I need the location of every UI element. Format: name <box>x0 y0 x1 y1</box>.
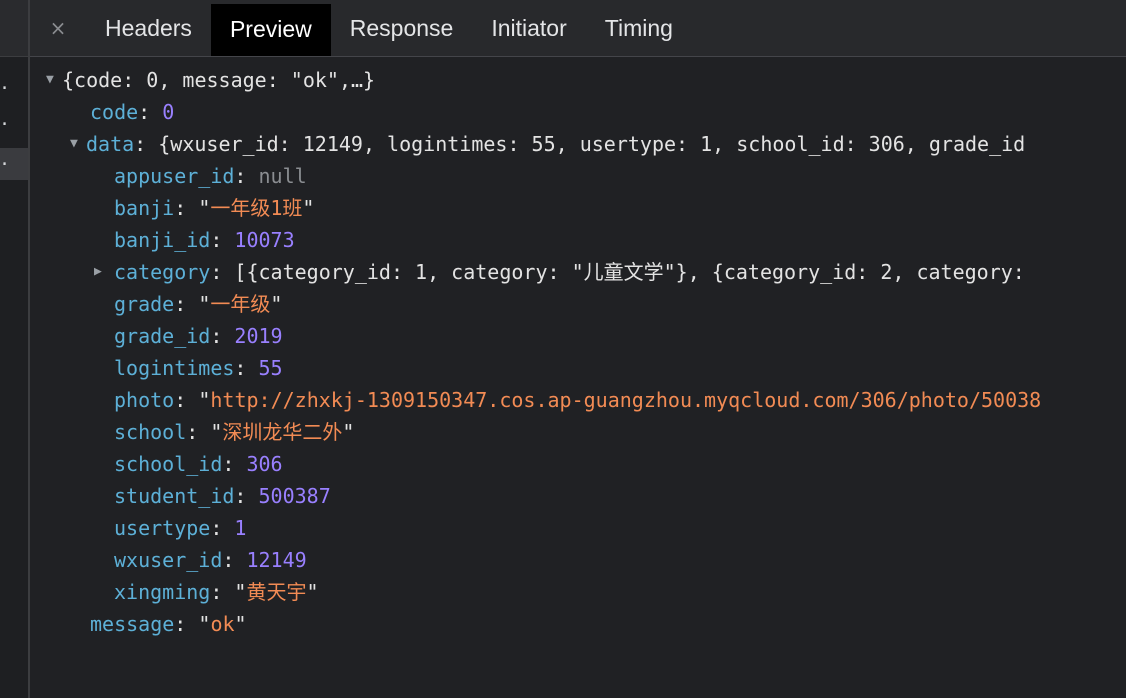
tree-row-category[interactable]: ▶ category: [{category_id: 1, category: "… <box>30 256 1126 288</box>
detail-tabbar: × Headers Preview Response Initiator Tim… <box>30 0 1126 57</box>
key-category: category <box>114 260 211 284</box>
request-row-label: . <box>0 109 10 130</box>
category-summary: [{category_id: 1, category: "儿童文学"}, {ca… <box>234 260 1025 284</box>
value-school-id: 306 <box>246 452 283 476</box>
tree-row-grade: grade: "一年级" <box>114 292 283 316</box>
key-logintimes: logintimes <box>114 356 235 380</box>
key-school: school <box>114 420 187 444</box>
tree-row-wxuser-id: wxuser_id: 12149 <box>114 548 307 572</box>
value-code: 0 <box>162 100 175 124</box>
tree-row-school-id: school_id: 306 <box>114 452 283 476</box>
triangle-down-icon[interactable]: ▼ <box>46 64 62 96</box>
json-preview-tree: ▼ {code: 0, message: "ok",…} code: 0 ▼ dat… <box>30 64 1126 640</box>
close-icon[interactable]: × <box>30 0 86 56</box>
key-code: code <box>90 100 139 124</box>
request-list-strip: .. . . <box>0 0 30 698</box>
value-school: 深圳龙华二外 <box>222 420 343 444</box>
value-xingming: 黄天宇 <box>246 580 307 604</box>
value-usertype: 1 <box>234 516 247 540</box>
key-grade-id: grade_id <box>114 324 211 348</box>
detail-panel: × Headers Preview Response Initiator Tim… <box>30 0 1126 698</box>
key-school-id: school_id <box>114 452 223 476</box>
tree-row-xingming: xingming: "黄天宇" <box>114 580 319 604</box>
value-logintimes: 55 <box>258 356 283 380</box>
tree-row-usertype: usertype: 1 <box>114 516 247 540</box>
tab-headers[interactable]: Headers <box>86 0 211 56</box>
tree-row-logintimes: logintimes: 55 <box>114 356 283 380</box>
value-appuser-id: null <box>258 164 307 188</box>
value-message: ok <box>210 612 235 636</box>
key-banji: banji <box>114 196 175 220</box>
triangle-right-icon[interactable]: ▶ <box>94 256 110 288</box>
request-row[interactable]: .. <box>0 72 28 104</box>
value-wxuser-id: 12149 <box>246 548 307 572</box>
key-usertype: usertype <box>114 516 211 540</box>
value-grade-id: 2019 <box>234 324 283 348</box>
request-list-header <box>0 0 28 57</box>
tree-row-grade-id: grade_id: 2019 <box>114 324 283 348</box>
key-xingming: xingming <box>114 580 211 604</box>
tree-root-row[interactable]: ▼ {code: 0, message: "ok",…} <box>30 64 1126 96</box>
key-grade: grade <box>114 292 175 316</box>
tree-row-banji: banji: "一年级1班" <box>114 196 315 220</box>
tree-row-data[interactable]: ▼ data: {wxuser_id: 12149, logintimes: 55… <box>30 128 1126 160</box>
data-summary: {wxuser_id: 12149, logintimes: 55, usert… <box>158 132 1026 156</box>
request-row-label: . <box>0 149 10 170</box>
value-student-id: 500387 <box>258 484 331 508</box>
key-appuser-id: appuser_id <box>114 164 235 188</box>
value-banji-id: 10073 <box>234 228 295 252</box>
tree-row-photo: photo: "http://zhxkj-1309150347.cos.ap-g… <box>114 388 1042 412</box>
request-row-selected[interactable]: . <box>0 148 28 180</box>
tab-response[interactable]: Response <box>331 0 473 56</box>
key-banji-id: banji_id <box>114 228 211 252</box>
request-row[interactable]: . <box>0 108 28 140</box>
value-banji: 一年级1班 <box>210 196 303 220</box>
value-photo-link[interactable]: http://zhxkj-1309150347.cos.ap-guangzhou… <box>210 388 1041 412</box>
tree-row-code: code: 0 <box>90 100 175 124</box>
key-data: data <box>86 132 135 156</box>
tab-preview[interactable]: Preview <box>210 4 331 56</box>
tree-row-school: school: "深圳龙华二外" <box>114 420 355 444</box>
tab-timing[interactable]: Timing <box>586 0 692 56</box>
triangle-down-icon[interactable]: ▼ <box>70 128 86 160</box>
tree-row-student-id: student_id: 500387 <box>114 484 331 508</box>
tree-row-message: message: "ok" <box>90 612 247 636</box>
value-grade: 一年级 <box>210 292 271 316</box>
tab-initiator[interactable]: Initiator <box>472 0 585 56</box>
tree-row-banji-id: banji_id: 10073 <box>114 228 295 252</box>
key-photo: photo <box>114 388 175 412</box>
root-summary: {code: 0, message: "ok",…} <box>62 68 376 92</box>
request-row-label: .. <box>0 73 10 94</box>
key-student-id: student_id <box>114 484 235 508</box>
key-wxuser-id: wxuser_id <box>114 548 223 572</box>
key-message: message <box>90 612 175 636</box>
tree-row-appuser-id: appuser_id: null <box>114 164 307 188</box>
